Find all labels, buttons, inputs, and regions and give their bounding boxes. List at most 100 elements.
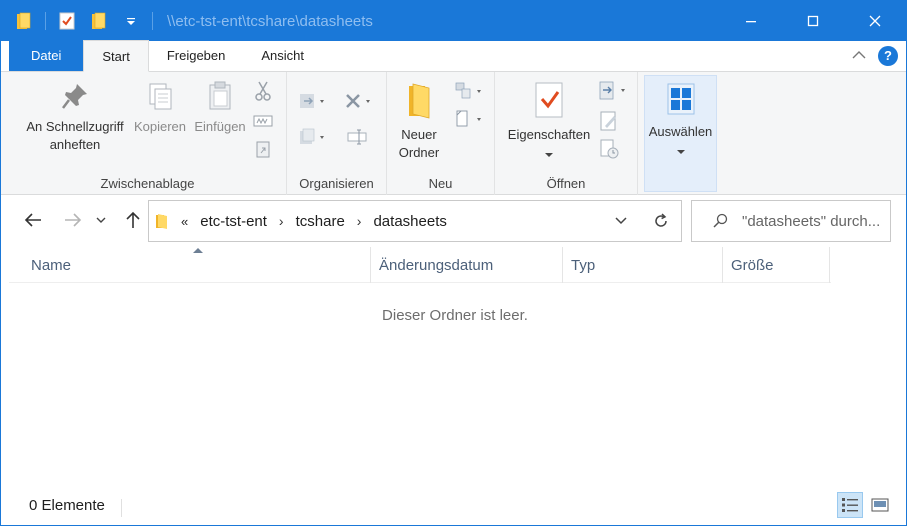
details-view-icon — [842, 498, 858, 512]
chevron-right-icon[interactable]: › — [357, 213, 362, 229]
select-button[interactable]: Auswählen — [644, 75, 717, 192]
rename-button[interactable] — [339, 126, 375, 148]
details-view-button[interactable] — [837, 492, 863, 518]
new-item-button[interactable] — [451, 80, 487, 102]
forward-button[interactable] — [61, 208, 85, 232]
new-folder-label-line2: Ordner — [398, 145, 440, 160]
easy-access-button[interactable] — [451, 108, 487, 130]
search-input[interactable]: "datasheets" durch... — [742, 213, 880, 230]
cut-icon[interactable] — [249, 80, 277, 102]
search-icon — [713, 213, 728, 228]
open-icon — [599, 81, 625, 100]
chevron-up-icon[interactable] — [852, 48, 866, 63]
chevron-down-icon — [676, 150, 685, 154]
history-button[interactable] — [595, 138, 623, 160]
paste-shortcut-icon[interactable] — [249, 138, 277, 160]
chevron-right-icon[interactable]: › — [279, 213, 284, 229]
minimize-button[interactable] — [720, 1, 782, 41]
title-bar: \\etc-tst-ent\tcshare\datasheets — [1, 1, 906, 41]
help-icon[interactable]: ? — [878, 45, 898, 66]
column-header-date[interactable]: Änderungsdatum — [371, 247, 563, 283]
empty-folder-message: Dieser Ordner ist leer. — [382, 307, 528, 324]
select-button-content: Auswählen — [645, 81, 716, 159]
breadcrumb-item[interactable]: datasheets — [373, 213, 446, 230]
pin-icon — [62, 84, 87, 109]
delete-icon — [346, 94, 370, 108]
edit-button[interactable] — [595, 110, 623, 132]
pin-label-line1: An Schnellzugriff — [26, 119, 124, 134]
select-all-icon — [667, 83, 694, 115]
move-to-icon — [300, 94, 324, 108]
new-item-icon — [455, 82, 481, 99]
copy-to-icon — [300, 128, 324, 144]
breadcrumb-item[interactable]: etc-tst-ent — [200, 213, 267, 230]
pin-quick-access-button[interactable]: An Schnellzugriff anheften — [17, 80, 133, 154]
up-button[interactable] — [121, 208, 145, 232]
column-header-size[interactable]: Größe — [723, 247, 830, 283]
arrow-left-icon — [24, 213, 41, 227]
refresh-icon[interactable] — [653, 213, 669, 229]
new-folder-icon[interactable] — [88, 10, 110, 32]
history-icon — [600, 139, 619, 159]
arrow-right-icon — [65, 213, 82, 227]
new-group: Neuer Ordner Neu — [387, 72, 495, 195]
column-header-name[interactable]: Name — [9, 247, 371, 283]
back-button[interactable] — [21, 208, 45, 232]
breadcrumb-item[interactable]: tcshare — [296, 213, 345, 230]
chevron-down-icon — [545, 153, 553, 157]
open-button[interactable] — [595, 80, 631, 102]
clipboard-group: An Schnellzugriff anheften Kopieren Einf… — [9, 72, 287, 195]
copy-icon — [149, 83, 172, 110]
copy-label: Kopieren — [133, 119, 187, 134]
quick-access-toolbar — [1, 1, 163, 41]
navigation-bar: « etc-tst-ent › tcshare › datasheets "da… — [1, 196, 906, 246]
move-to-button[interactable] — [295, 90, 331, 112]
new-folder-button[interactable]: Neuer Ordner — [389, 80, 449, 162]
explorer-window: \\etc-tst-ent\tcshare\datasheets Datei S… — [0, 0, 907, 526]
chevron-down-icon[interactable] — [615, 217, 627, 225]
copy-to-button[interactable] — [295, 126, 331, 148]
paste-icon — [209, 81, 231, 110]
tab-datei[interactable]: Datei — [9, 40, 84, 71]
recent-locations-button[interactable] — [93, 208, 109, 232]
paste-label: Einfügen — [194, 119, 246, 134]
folder-icon[interactable] — [13, 10, 35, 32]
window-controls — [720, 1, 906, 41]
select-label: Auswählen — [648, 124, 713, 139]
copy-path-icon[interactable] — [249, 110, 277, 132]
tab-ansicht[interactable]: Ansicht — [243, 40, 322, 71]
rename-icon — [347, 129, 367, 145]
close-button[interactable] — [844, 1, 906, 41]
new-group-label: Neu — [428, 176, 453, 191]
customize-toolbar-icon[interactable] — [120, 10, 142, 32]
breadcrumb-overflow[interactable]: « — [181, 214, 188, 229]
folder-icon — [156, 214, 167, 229]
large-icons-view-icon — [871, 498, 889, 512]
status-bar: 0 Elemente — [1, 491, 906, 525]
item-count: 0 Elemente — [29, 497, 105, 514]
ribbon-tabs: Datei Start Freigeben Ansicht ? — [1, 40, 906, 72]
new-folder-icon — [409, 83, 430, 119]
toolbar-divider — [152, 12, 153, 30]
properties-button[interactable]: Eigenschaften — [499, 80, 599, 162]
ribbon-right-controls: ? — [852, 40, 906, 71]
column-headers: Name Änderungsdatum Typ Größe — [9, 247, 831, 283]
properties-icon[interactable] — [56, 10, 78, 32]
search-box[interactable]: "datasheets" durch... — [691, 200, 891, 242]
organize-group: Organisieren — [287, 72, 387, 195]
clipboard-group-label: Zwischenablage — [100, 176, 195, 191]
tab-freigeben[interactable]: Freigeben — [149, 40, 244, 71]
status-divider — [121, 499, 122, 517]
address-bar[interactable]: « etc-tst-ent › tcshare › datasheets — [148, 200, 682, 242]
window-title: \\etc-tst-ent\tcshare\datasheets — [167, 12, 373, 30]
delete-button[interactable] — [339, 90, 379, 112]
chevron-down-icon — [96, 217, 106, 223]
open-group-label: Öffnen — [546, 176, 586, 191]
copy-button[interactable]: Kopieren — [129, 80, 191, 136]
column-header-type[interactable]: Typ — [563, 247, 723, 283]
tab-start[interactable]: Start — [83, 40, 149, 72]
paste-button[interactable]: Einfügen — [189, 80, 251, 136]
large-icons-view-button[interactable] — [867, 492, 893, 518]
ribbon: An Schnellzugriff anheften Kopieren Einf… — [1, 72, 906, 195]
maximize-button[interactable] — [782, 1, 844, 41]
